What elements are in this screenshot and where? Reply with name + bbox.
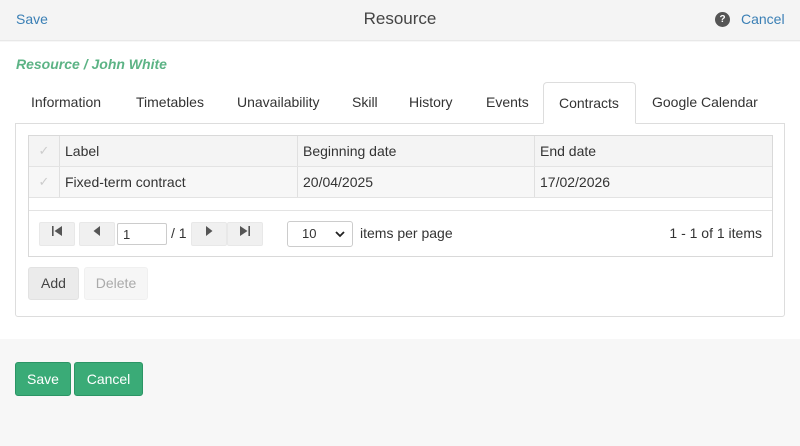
tab-unavailability[interactable]: Unavailability	[222, 82, 334, 124]
last-page-icon[interactable]	[227, 222, 263, 246]
column-header-beginning-date[interactable]: Beginning date	[297, 136, 534, 166]
cell-end-date: 17/02/2026	[534, 167, 772, 197]
top-bar: Save Resource ? Cancel	[0, 0, 800, 41]
page-number-input[interactable]	[117, 223, 167, 245]
column-header-end-date[interactable]: End date	[534, 136, 772, 166]
breadcrumb: Resource / John White	[16, 56, 167, 72]
cancel-button[interactable]: Cancel	[74, 362, 143, 396]
tab-bar: Information Timetables Unavailability Sk…	[16, 82, 785, 124]
tab-history[interactable]: History	[394, 82, 468, 124]
add-button[interactable]: Add	[28, 267, 79, 300]
main-content: Resource / John White Information Timeta…	[0, 42, 800, 339]
page-size-label: items per page	[360, 225, 453, 241]
save-button[interactable]: Save	[15, 362, 71, 396]
page-total: / 1	[171, 225, 187, 241]
pager-info: 1 - 1 of 1 items	[669, 225, 762, 241]
help-icon[interactable]: ?	[715, 12, 730, 27]
header-cancel-link[interactable]: Cancel	[741, 11, 785, 27]
first-page-icon[interactable]	[39, 222, 75, 246]
page-title: Resource	[363, 9, 437, 28]
column-header-label[interactable]: Label	[59, 136, 297, 166]
table-row[interactable]: ✓ Fixed-term contract 20/04/2025 17/02/2…	[29, 167, 772, 198]
tab-information[interactable]: Information	[16, 82, 116, 124]
grid-header-row: ✓ Label Beginning date End date	[29, 136, 772, 167]
check-icon[interactable]: ✓	[29, 167, 59, 197]
tab-google-calendar[interactable]: Google Calendar	[637, 82, 773, 124]
cell-label: Fixed-term contract	[59, 167, 297, 197]
tab-events[interactable]: Events	[471, 82, 544, 124]
page-size-value: 10	[302, 226, 317, 241]
footer-bar: Save Cancel	[0, 339, 800, 446]
contracts-grid: ✓ Label Beginning date End date ✓ Fixed-…	[28, 135, 773, 257]
contracts-panel: ✓ Label Beginning date End date ✓ Fixed-…	[15, 123, 785, 317]
tab-timetables[interactable]: Timetables	[121, 82, 219, 124]
check-icon[interactable]: ✓	[29, 136, 59, 166]
page-size-select[interactable]: 10	[287, 221, 353, 247]
tab-skill[interactable]: Skill	[337, 82, 393, 124]
chevron-down-icon	[335, 222, 345, 256]
grid-pager: / 1 10 items per page 1 - 1 of 1 items	[29, 210, 772, 256]
next-page-icon[interactable]	[191, 222, 227, 246]
cell-beginning-date: 20/04/2025	[297, 167, 534, 197]
prev-page-icon[interactable]	[79, 222, 115, 246]
tab-contracts[interactable]: Contracts	[543, 82, 636, 124]
delete-button[interactable]: Delete	[84, 267, 148, 300]
